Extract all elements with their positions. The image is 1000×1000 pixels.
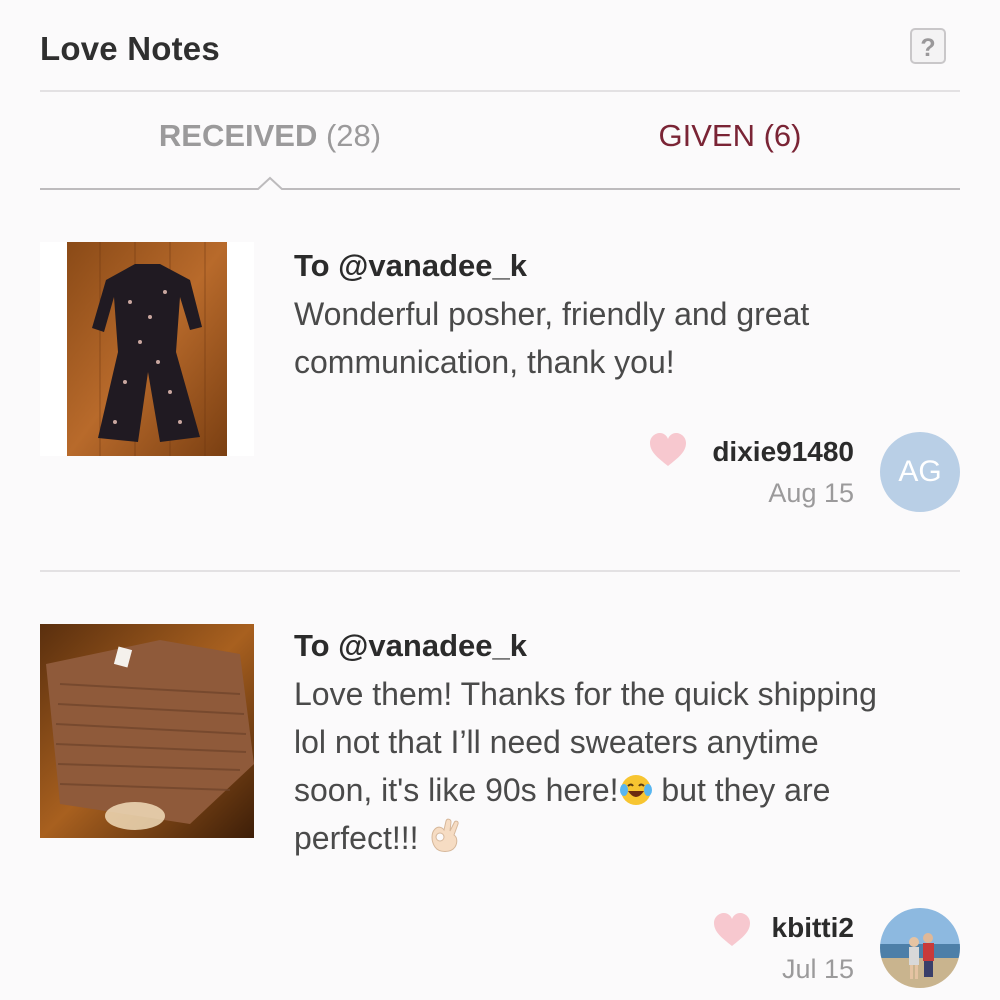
heart-icon: [714, 913, 750, 946]
note-recipient: To @vanadee_k: [294, 628, 527, 663]
page-title: Love Notes: [40, 30, 220, 67]
sender-username[interactable]: dixie91480: [712, 436, 854, 468]
laughing-emoji-icon: [619, 775, 652, 805]
note-body: To @vanadee_k Wonderful posher, friendly…: [294, 248, 900, 386]
listing-thumbnail[interactable]: [40, 624, 254, 838]
note-message: Love them! Thanks for the quick shipping…: [294, 670, 900, 862]
photo-avatar[interactable]: [880, 908, 960, 988]
help-button[interactable]: ?: [910, 28, 946, 64]
sender-username[interactable]: kbitti2: [772, 912, 854, 944]
avatar[interactable]: AG: [880, 432, 960, 512]
tab-given[interactable]: GIVEN (6): [500, 118, 960, 154]
header: Love Notes ?: [40, 0, 960, 92]
love-note-item[interactable]: To @vanadee_k Love them! Thanks for the …: [40, 572, 960, 1000]
note-body: To @vanadee_k Love them! Thanks for the …: [294, 628, 900, 862]
tab-bar: RECEIVED (28) GIVEN (6): [40, 92, 960, 190]
note-date: Aug 15: [768, 478, 854, 508]
note-recipient: To @vanadee_k: [294, 248, 527, 283]
tab-received[interactable]: RECEIVED (28): [40, 118, 500, 154]
tab-received-label: RECEIVED: [158, 118, 318, 153]
note-date: Jul 15: [781, 954, 854, 984]
ok-hand-emoji-icon: [431, 818, 460, 852]
selected-tab-caret: [257, 176, 283, 190]
note-meta: kbitti2 Jul 15: [772, 912, 854, 985]
love-note-item[interactable]: To @vanadee_k Wonderful posher, friendly…: [40, 190, 960, 572]
heart-icon: [650, 433, 686, 466]
tab-received-count: (28): [325, 118, 382, 153]
note-meta: dixie91480 Aug 15: [712, 436, 854, 509]
listing-thumbnail[interactable]: [40, 242, 254, 456]
note-message: Wonderful posher, friendly and great com…: [294, 296, 810, 380]
